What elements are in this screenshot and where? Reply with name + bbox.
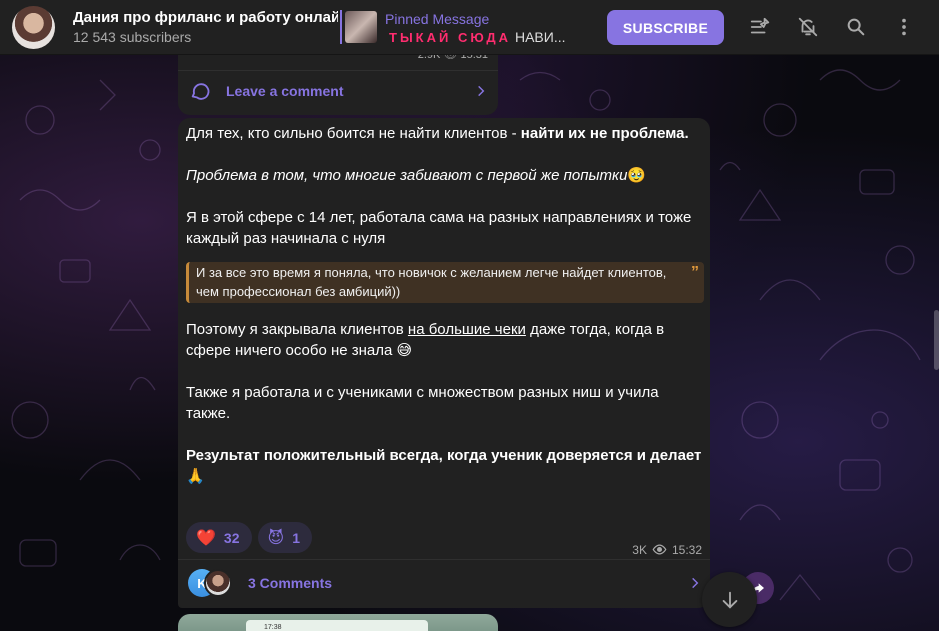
more-menu-icon[interactable] bbox=[891, 14, 917, 40]
emoji-pleading: 🥹 bbox=[627, 167, 647, 184]
leave-comment-label: Leave a comment bbox=[226, 83, 344, 99]
chat-header: Дания про фриланс и работу онлайн 12 543… bbox=[0, 0, 939, 55]
leave-comment-button[interactable]: Leave a comment bbox=[178, 72, 498, 110]
arrow-down-icon bbox=[719, 589, 741, 611]
pinned-message[interactable]: Pinned Message ТЫКАЙ СЮДА НАВИ... bbox=[340, 8, 595, 46]
view-count: 3K bbox=[632, 542, 647, 557]
post-text: Для тех, кто сильно боится не найти клие… bbox=[186, 123, 704, 487]
pinned-preview-rest: НАВИ... bbox=[511, 29, 566, 45]
blockquote: И за все это время я поняла, что новичок… bbox=[186, 262, 704, 303]
quote-mark-icon: ” bbox=[691, 264, 699, 281]
next-post-image[interactable]: 17:38 bbox=[178, 614, 498, 631]
pinned-indicator-bar bbox=[340, 10, 342, 44]
devil-icon: 😈 bbox=[267, 529, 285, 547]
comments-label: 3 Comments bbox=[248, 575, 333, 591]
phone-clock: 17:38 bbox=[264, 624, 282, 631]
reactions-bar: ❤️ 32 😈 1 bbox=[186, 522, 312, 553]
chevron-right-icon bbox=[688, 576, 702, 590]
paragraph-6: Результат положительный всегда, когда уч… bbox=[186, 447, 702, 485]
mute-bell-icon[interactable] bbox=[795, 14, 821, 40]
channel-post: Для тех, кто сильно боится не найти клие… bbox=[178, 118, 710, 608]
pinned-thumbnail bbox=[345, 11, 377, 43]
paragraph-2: Проблема в том, что многие забивают с пе… bbox=[186, 167, 647, 184]
chevron-right-icon bbox=[474, 84, 488, 98]
underlined-link: на большие чеки bbox=[407, 321, 526, 338]
scroll-to-bottom-button[interactable] bbox=[702, 572, 757, 627]
paragraph-1: Для тех, кто сильно боится не найти клие… bbox=[186, 125, 689, 142]
subscriber-count: 12 543 subscribers bbox=[73, 29, 192, 45]
paragraph-4: Поэтому я закрывала клиентов на большие … bbox=[186, 321, 665, 359]
divider bbox=[178, 559, 710, 560]
reaction-count: 1 bbox=[292, 529, 300, 546]
divider bbox=[178, 70, 498, 71]
commenter-avatar bbox=[204, 569, 232, 597]
post-time: 15:32 bbox=[671, 542, 702, 557]
quote-text: И за все это время я поняла, что новичок… bbox=[196, 265, 667, 299]
pinned-preview: ТЫКАЙ СЮДА НАВИ... bbox=[389, 29, 566, 45]
paragraph-5: Также я работала и с учениками с множест… bbox=[186, 384, 659, 422]
comments-button[interactable]: K 3 Comments bbox=[178, 564, 710, 602]
reaction-heart[interactable]: ❤️ 32 bbox=[186, 522, 252, 553]
eye-icon bbox=[652, 542, 667, 557]
commenter-avatars: K bbox=[188, 568, 234, 598]
pinned-list-icon[interactable] bbox=[747, 14, 773, 40]
channel-title[interactable]: Дания про фриланс и работу онлайн bbox=[73, 9, 338, 26]
reaction-count: 32 bbox=[223, 529, 240, 546]
search-icon[interactable] bbox=[843, 14, 869, 40]
reaction-devil[interactable]: 😈 1 bbox=[257, 522, 312, 553]
channel-avatar[interactable] bbox=[12, 6, 55, 49]
heart-icon: ❤️ bbox=[196, 529, 216, 547]
pinned-preview-highlight: ТЫКАЙ СЮДА bbox=[389, 30, 512, 45]
phone-screenshot: 17:38 bbox=[246, 620, 428, 631]
scrollbar[interactable] bbox=[934, 310, 939, 370]
comment-bubble-icon bbox=[189, 80, 211, 102]
paragraph-3: Я в этой сфере с 14 лет, работала сама н… bbox=[186, 209, 692, 247]
subscribe-button[interactable]: SUBSCRIBE bbox=[607, 10, 724, 45]
pinned-title: Pinned Message bbox=[385, 11, 490, 27]
post-meta: 3K 15:32 bbox=[632, 542, 702, 557]
